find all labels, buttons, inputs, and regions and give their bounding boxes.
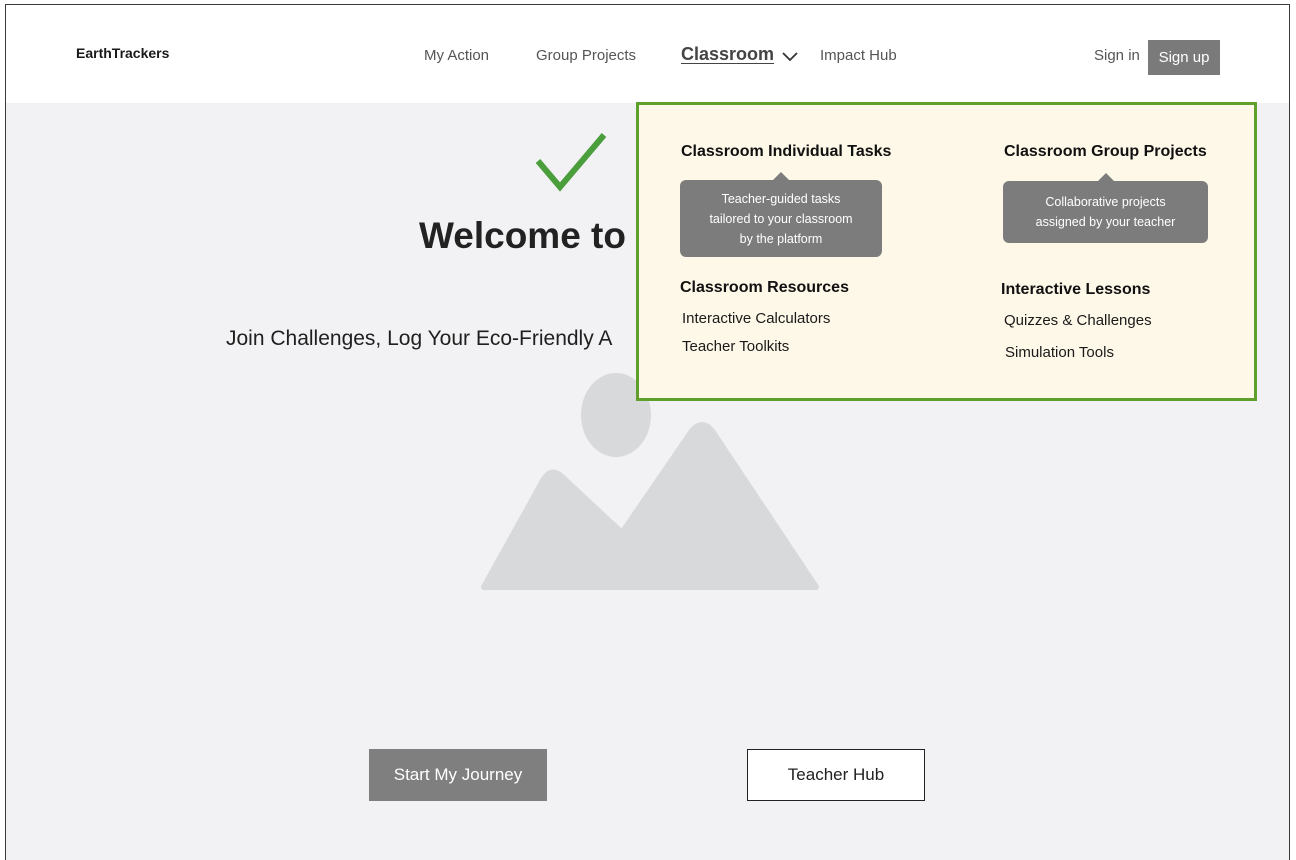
start-journey-button[interactable]: Start My Journey	[369, 749, 547, 801]
tooltip-individual-tasks: Teacher-guided tasks tailored to your cl…	[680, 172, 882, 257]
dropdown-item-interactive-calculators[interactable]: Interactive Calculators	[682, 310, 830, 327]
tooltip-group-projects-text: Collaborative projects assigned by your …	[1035, 195, 1176, 229]
classroom-dropdown: Classroom Individual Tasks Teacher-guide…	[636, 102, 1257, 401]
dropdown-heading-resources[interactable]: Classroom Resources	[680, 279, 849, 297]
nav-classroom[interactable]: Classroom	[681, 44, 798, 65]
dropdown-heading-individual-tasks[interactable]: Classroom Individual Tasks	[681, 143, 891, 161]
app-frame: EarthTrackers My Action Group Projects C…	[5, 4, 1290, 860]
sign-in-link[interactable]: Sign in	[1094, 47, 1140, 64]
checkmark-icon	[535, 133, 607, 192]
nav-my-action[interactable]: My Action	[424, 47, 489, 64]
tooltip-individual-tasks-text: Teacher-guided tasks tailored to your cl…	[709, 191, 853, 246]
site-logo[interactable]: EarthTrackers	[76, 45, 169, 61]
tooltip-group-projects: Collaborative projects assigned by your …	[1003, 173, 1208, 243]
dropdown-item-quizzes-challenges[interactable]: Quizzes & Challenges	[1004, 312, 1152, 329]
nav-group-projects[interactable]: Group Projects	[536, 47, 636, 64]
sign-up-button[interactable]: Sign up	[1148, 40, 1220, 75]
teacher-hub-button[interactable]: Teacher Hub	[747, 749, 925, 801]
top-header: EarthTrackers My Action Group Projects C…	[6, 5, 1289, 103]
welcome-heading: Welcome to	[419, 215, 626, 256]
dropdown-item-simulation-tools[interactable]: Simulation Tools	[1005, 344, 1114, 361]
nav-classroom-label: Classroom	[681, 44, 775, 64]
nav-impact-hub[interactable]: Impact Hub	[820, 47, 897, 64]
dropdown-item-teacher-toolkits[interactable]: Teacher Toolkits	[682, 338, 789, 355]
hero-tagline: Join Challenges, Log Your Eco-Friendly A	[226, 327, 613, 350]
dropdown-heading-interactive-lessons[interactable]: Interactive Lessons	[1001, 281, 1150, 299]
dropdown-heading-group-projects[interactable]: Classroom Group Projects	[1004, 143, 1207, 161]
image-placeholder-icon	[481, 373, 819, 590]
chevron-down-icon	[782, 51, 798, 61]
